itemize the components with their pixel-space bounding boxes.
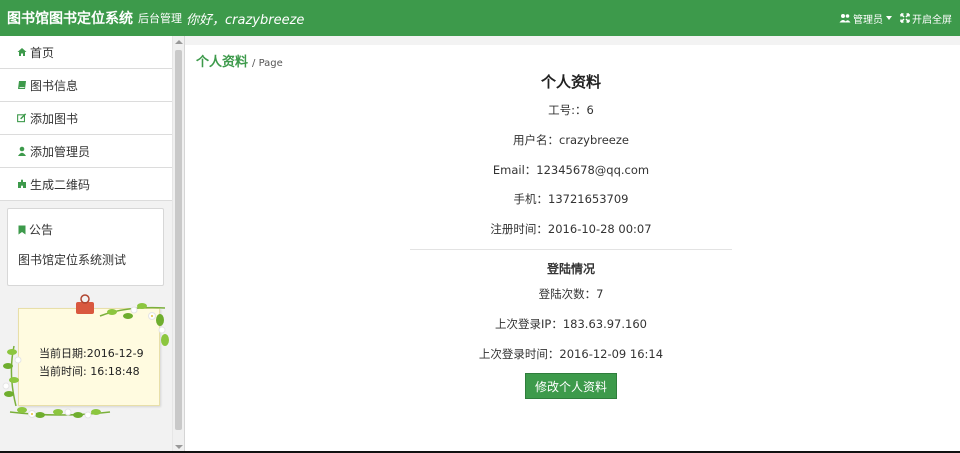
navbar-right: 管理员 开启全屏: [839, 0, 960, 36]
top-navbar: 图书馆图书定位系统 后台管理 你好，crazybreeze 管理员 开启全屏: [0, 0, 960, 36]
puzzle-icon: [17, 179, 27, 189]
main-top-strip: [185, 36, 960, 45]
sidebar-item-book-info[interactable]: 图书信息: [0, 69, 172, 102]
sidebar-item-add-admin[interactable]: 添加管理员: [0, 135, 172, 168]
login-heading: 登陆情况: [546, 261, 595, 276]
sidebar: 首页 图书信息 添加图书 添加管理员 生成二维码 公告 图书馆定位系统测试 当前…: [0, 36, 185, 453]
home-icon: [17, 47, 27, 57]
notice-body: 图书馆定位系统测试: [18, 253, 127, 267]
login-count: 登陆次数：7: [538, 286, 604, 301]
sidebar-scrollbar[interactable]: [172, 36, 184, 453]
sidebar-item-label: 添加管理员: [30, 144, 91, 159]
book-icon: [17, 80, 27, 90]
greeting-text: 你好，crazybreeze: [186, 12, 305, 28]
fullscreen-label: 开启全屏: [912, 14, 952, 26]
caret-down-icon: [886, 16, 892, 20]
bookmark-icon: [18, 225, 26, 235]
sidebar-item-label: 图书信息: [30, 78, 79, 93]
sidebar-item-qrcode[interactable]: 生成二维码: [0, 168, 172, 201]
brand-title[interactable]: 图书馆图书定位系统: [0, 8, 133, 28]
edit-profile-button[interactable]: 修改个人资料: [525, 373, 617, 400]
notice-title: 公告: [29, 223, 54, 237]
scroll-up-icon[interactable]: [175, 40, 183, 44]
sidebar-item-home[interactable]: 首页: [0, 36, 172, 69]
sidebar-item-add-book[interactable]: 添加图书: [0, 102, 172, 135]
admin-dropdown[interactable]: 管理员: [839, 11, 892, 26]
notice-panel: 公告 图书馆定位系统测试: [7, 208, 164, 286]
phone: 手机：13721653709: [513, 192, 629, 207]
profile-panel: 个人资料 工号:：6 用户名：crazybreeze Email：1234567…: [410, 68, 732, 400]
employee-id: 工号:：6: [548, 103, 594, 117]
date-note: 当前日期:2016-12-9 当前时间: 16:18:48: [0, 294, 172, 422]
edit-icon: [17, 113, 27, 123]
last-login-time: 上次登录时间：2016-12-09 16:14: [478, 346, 664, 361]
sidebar-item-label: 首页: [30, 45, 55, 60]
flower-vine-decoration: [2, 294, 169, 419]
username: 用户名：crazybreeze: [513, 132, 629, 147]
scroll-thumb[interactable]: [175, 50, 182, 430]
breadcrumb-title: 个人资料: [196, 55, 249, 70]
email: Email：12345678@qq.com: [492, 162, 650, 177]
brand-subtitle: 后台管理: [138, 12, 182, 25]
notice-title-row: 公告: [18, 221, 153, 238]
scroll-down-icon[interactable]: [175, 445, 183, 449]
user-icon: [17, 146, 27, 156]
divider: [410, 248, 732, 250]
admin-label: 管理员: [853, 14, 883, 26]
register-time: 注册时间：2016-10-28 00:07: [490, 222, 652, 237]
sidebar-item-label: 添加图书: [30, 111, 79, 126]
sidebar-item-label: 生成二维码: [30, 177, 91, 192]
breadcrumb: 个人资料 / Page: [196, 51, 283, 70]
breadcrumb-page: / Page: [252, 58, 283, 69]
users-icon: [839, 14, 851, 23]
fullscreen-button[interactable]: 开启全屏: [900, 11, 952, 26]
fullscreen-icon: [900, 13, 910, 23]
main-content: 个人资料 / Page 个人资料 工号:：6 用户名：crazybreeze E…: [185, 36, 960, 453]
profile-heading: 个人资料: [540, 73, 601, 91]
last-login-ip: 上次登录IP：183.63.97.160: [495, 316, 647, 331]
